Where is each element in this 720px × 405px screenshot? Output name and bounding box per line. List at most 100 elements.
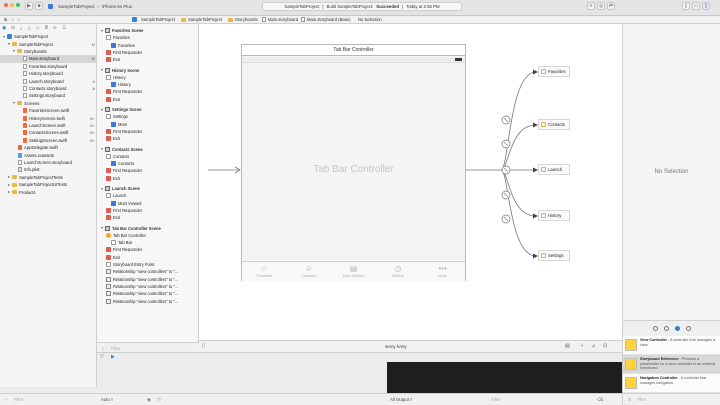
- tab-item[interactable]: ☺ Contacts: [287, 262, 332, 281]
- outline-item[interactable]: Exit: [106, 214, 120, 221]
- library-item[interactable]: Navigation Controller - A controller tha…: [623, 374, 720, 393]
- navigator-item[interactable]: Storyboards: [0, 48, 97, 55]
- zoom-window-button[interactable]: [16, 3, 20, 7]
- outline-scene[interactable]: Favorites Scene: [101, 27, 143, 34]
- disclosure-open-icon[interactable]: [13, 102, 15, 105]
- disclosure-open-icon[interactable]: [8, 43, 10, 46]
- close-window-button[interactable]: [4, 3, 8, 7]
- navigator-item[interactable]: SampleTabProject: [0, 33, 97, 40]
- navigator-item[interactable]: AppDelegate.swift: [0, 144, 97, 151]
- outline-item[interactable]: Contacts: [106, 153, 129, 160]
- disclosure-open-icon[interactable]: [101, 29, 103, 32]
- disclosure-closed-icon[interactable]: [8, 183, 10, 186]
- scheme-selector[interactable]: SampleTabProject › iPhone 6s Plus: [48, 2, 132, 10]
- outline-item[interactable]: Relationship "view controllers" to "...: [106, 283, 178, 290]
- version-editor-button[interactable]: ⇄: [607, 2, 615, 10]
- grid-view-icon[interactable]: ⊞: [628, 397, 632, 402]
- disclosure-open-icon[interactable]: [101, 148, 103, 150]
- test-tab-icon[interactable]: ◇: [36, 25, 39, 31]
- outline-item[interactable]: History: [106, 74, 126, 81]
- navigator-item[interactable]: SampleTabProject M: [0, 40, 97, 47]
- outline-scene[interactable]: Settings Scene: [101, 106, 141, 113]
- outline-item[interactable]: First Responder: [106, 246, 142, 253]
- navigator-item[interactable]: FavoritesScreen.swift: [0, 107, 97, 114]
- file-template-tab-icon[interactable]: [652, 326, 658, 331]
- disclosure-open-icon[interactable]: [101, 227, 103, 229]
- plus-icon[interactable]: +: [5, 397, 7, 402]
- outline-item[interactable]: Storyboard Entry Point: [106, 261, 154, 268]
- tab-item[interactable]: ◷ History: [376, 262, 421, 281]
- navigator-item[interactable]: HistoryScreen.swift A+: [0, 114, 97, 121]
- tab-bar[interactable]: ☆ Favorites ☺ Contacts ▤ Most Viewed ◷ History •…: [242, 261, 465, 281]
- info-icon[interactable]: ⓘ: [157, 397, 161, 403]
- library-item[interactable]: View Controller - A controller that mana…: [623, 336, 720, 355]
- child-scene-launch[interactable]: Launch: [538, 164, 570, 175]
- disclosure-open-icon[interactable]: [101, 187, 103, 190]
- outline-scene[interactable]: Tab Bar Controller Scene: [101, 225, 161, 232]
- back-button[interactable]: ‹: [12, 17, 13, 22]
- child-scene-favorites[interactable]: Favorites: [538, 66, 570, 77]
- outline-item[interactable]: Tab Bar Controller: [106, 232, 146, 239]
- child-scene-contacts[interactable]: Contacts: [538, 119, 570, 130]
- stack-icon[interactable]: ▤: [565, 343, 570, 349]
- output-select[interactable]: All Output ◊: [390, 397, 412, 402]
- outline-item[interactable]: Exit: [106, 135, 120, 142]
- code-snippet-tab-icon[interactable]: [663, 326, 669, 331]
- toggle-navigator-button[interactable]: ▯: [682, 2, 690, 10]
- breadcrumb-localization[interactable]: Main.storyboard (Base): [301, 17, 351, 22]
- outline-item[interactable]: Most Viewed: [111, 200, 141, 207]
- navigator-item[interactable]: SampleTabProjectUITests: [0, 181, 97, 188]
- navigator-item[interactable]: Launch.storyboard A: [0, 77, 97, 84]
- outline-item[interactable]: Favorites: [106, 34, 130, 41]
- outline-item[interactable]: First Responder: [106, 128, 142, 135]
- toggle-utilities-button[interactable]: ▯: [702, 2, 710, 10]
- navigator-item[interactable]: Assets.xcassets: [0, 151, 97, 158]
- resolve-icon[interactable]: ⊿: [591, 343, 595, 349]
- disclosure-open-icon[interactable]: [3, 35, 5, 38]
- scene-title-bar[interactable]: Tab Bar Controller: [241, 44, 466, 56]
- breadcrumb-project[interactable]: SampleTabProject: [132, 17, 175, 22]
- breadcrumb-file[interactable]: Main.storyboard: [262, 17, 298, 22]
- child-scene-settings[interactable]: Settings: [538, 250, 570, 261]
- outline-item[interactable]: Relationship "view controllers" to "...: [106, 290, 178, 297]
- outline-item[interactable]: First Responder: [106, 49, 142, 56]
- outline-item[interactable]: Launch: [106, 192, 126, 199]
- outline-item[interactable]: History: [111, 81, 131, 88]
- debug-tab-icon[interactable]: ≣: [45, 25, 49, 31]
- outline-item[interactable]: Relationship "view controllers" to "...: [106, 298, 178, 305]
- tab-item[interactable]: ••• More: [420, 262, 465, 281]
- eye-icon[interactable]: ◉: [147, 397, 151, 403]
- outline-item[interactable]: Exit: [106, 254, 120, 261]
- outline-item[interactable]: Contacts: [111, 160, 134, 167]
- pin-icon[interactable]: ⊣: [579, 343, 583, 349]
- disclosure-closed-icon[interactable]: [8, 176, 10, 179]
- child-scene-history[interactable]: History: [538, 210, 570, 221]
- outline-item[interactable]: Relationship "view controllers" to "...: [106, 276, 178, 283]
- navigator-filter-input[interactable]: Filter: [14, 397, 23, 402]
- library-filter[interactable]: ⊞ Filter: [622, 393, 720, 405]
- variables-scope-select[interactable]: Auto ◊: [101, 397, 113, 402]
- navigator-item[interactable]: SampleTabProjectTests: [0, 174, 97, 181]
- navigator-item[interactable]: SettingsScreen.swift A+: [0, 137, 97, 144]
- report-tab-icon[interactable]: ☰: [62, 25, 66, 31]
- disclosure-closed-icon[interactable]: [8, 191, 10, 194]
- navigator-item[interactable]: Info.plist: [0, 166, 97, 173]
- outline-item[interactable]: Settings: [106, 113, 128, 120]
- outline-item[interactable]: More: [111, 121, 127, 128]
- size-class-button[interactable]: wAny hAny: [385, 344, 407, 349]
- outline-item[interactable]: First Responder: [106, 167, 142, 174]
- outline-item[interactable]: Exit: [106, 96, 120, 103]
- library-item[interactable]: Storyboard Reference - Provides a placeh…: [623, 355, 720, 374]
- console-filter-input[interactable]: Filter: [491, 397, 501, 402]
- outline-toggle-icon[interactable]: ▯: [102, 346, 104, 351]
- outline-item[interactable]: Exit: [106, 175, 120, 182]
- outline-toggle-icon[interactable]: ▯: [202, 343, 205, 349]
- segue-settings[interactable]: [500, 169, 537, 257]
- object-library-tab-icon[interactable]: [674, 326, 680, 331]
- navigator-item[interactable]: LaunchScreen.swift A+: [0, 122, 97, 129]
- disclosure-open-icon[interactable]: [13, 50, 15, 53]
- navigator-filter[interactable]: + Filter: [0, 393, 97, 405]
- issue-tab-icon[interactable]: △: [28, 25, 31, 31]
- navigator-item[interactable]: Settings.storyboard: [0, 92, 97, 99]
- symbol-tab-icon[interactable]: ⊟: [11, 25, 15, 31]
